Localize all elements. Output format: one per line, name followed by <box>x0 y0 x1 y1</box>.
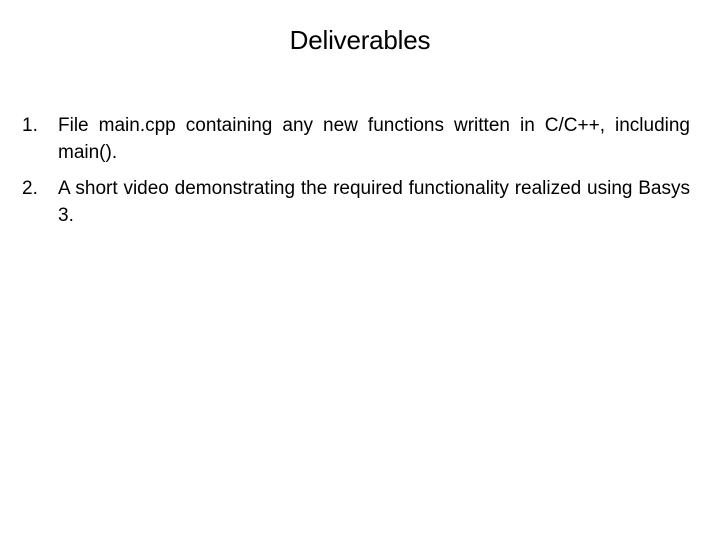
deliverables-list: 1. File main.cpp containing any new func… <box>22 112 690 229</box>
list-item-marker: 2. <box>22 178 38 199</box>
list-item-text: A short video demonstrating the required… <box>58 178 690 226</box>
page-title: Deliverables <box>289 25 431 55</box>
list-item: 1. File main.cpp containing any new func… <box>22 112 690 166</box>
list-item-text: File main.cpp containing any new functio… <box>58 115 690 163</box>
list-item-marker: 1. <box>22 115 38 136</box>
slide-canvas: Deliverables 1. File main.cpp containing… <box>0 0 720 540</box>
list-item: 2. A short video demonstrating the requi… <box>22 175 690 229</box>
slide-body: 1. File main.cpp containing any new func… <box>22 112 690 229</box>
